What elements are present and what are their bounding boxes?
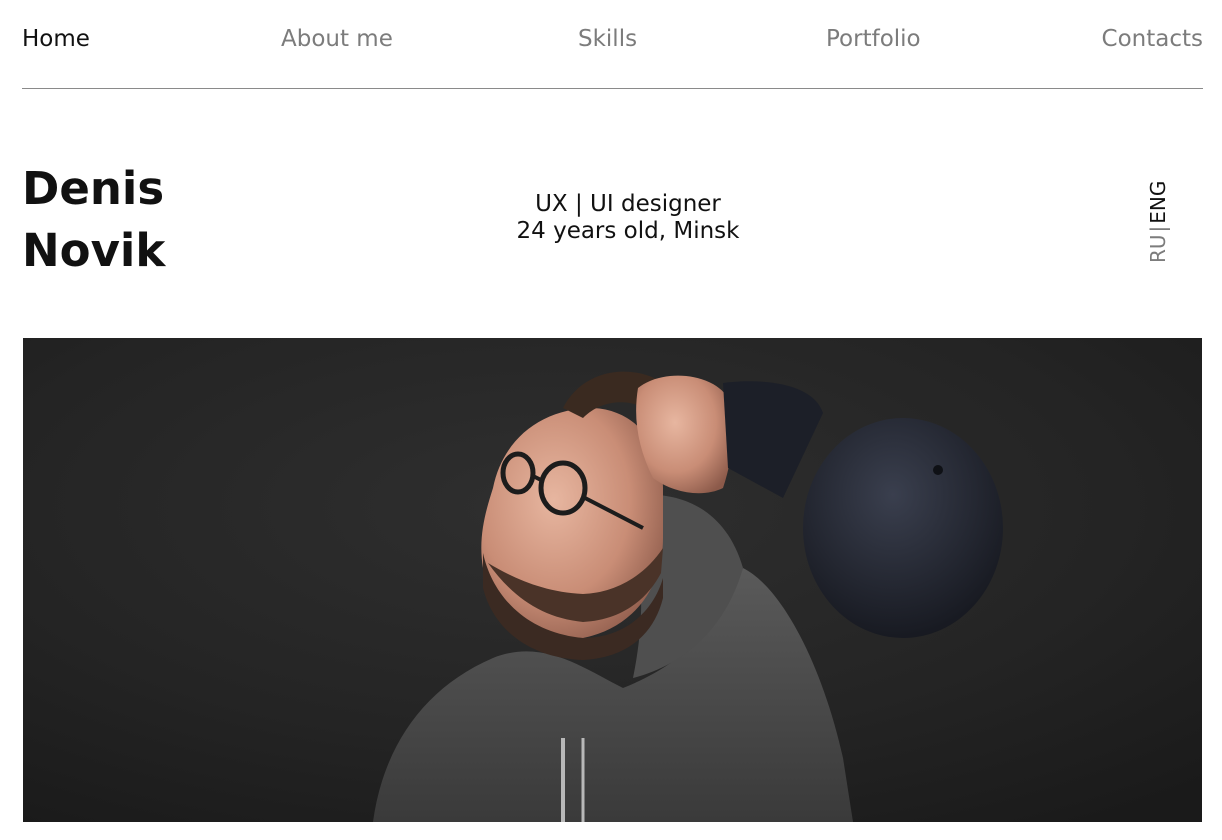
language-switcher: RU|ENG [1145, 181, 1171, 263]
hero-photo [23, 338, 1202, 822]
nav-item-contacts[interactable]: Contacts [1102, 25, 1203, 53]
page-title: Denis Novik [22, 158, 165, 282]
first-name: Denis [22, 162, 165, 215]
details-text: 24 years old, Minsk [516, 218, 740, 244]
last-name: Novik [22, 224, 166, 277]
page: Home About me Skills Portfolio Contacts … [0, 0, 1222, 840]
language-separator: | [1146, 225, 1170, 233]
language-option-eng[interactable]: ENG [1146, 181, 1170, 224]
role-text: UX | UI designer [535, 191, 721, 217]
nav-item-portfolio[interactable]: Portfolio [826, 25, 921, 53]
nav-item-home[interactable]: Home [22, 25, 90, 53]
nav-item-about-me[interactable]: About me [281, 25, 393, 53]
portrait-photo [23, 338, 1202, 822]
language-option-ru[interactable]: RU [1146, 234, 1170, 263]
nav-item-skills[interactable]: Skills [578, 25, 637, 53]
tagline: UX | UI designer 24 years old, Minsk [428, 191, 828, 245]
main-navigation: Home About me Skills Portfolio Contacts [22, 0, 1203, 89]
